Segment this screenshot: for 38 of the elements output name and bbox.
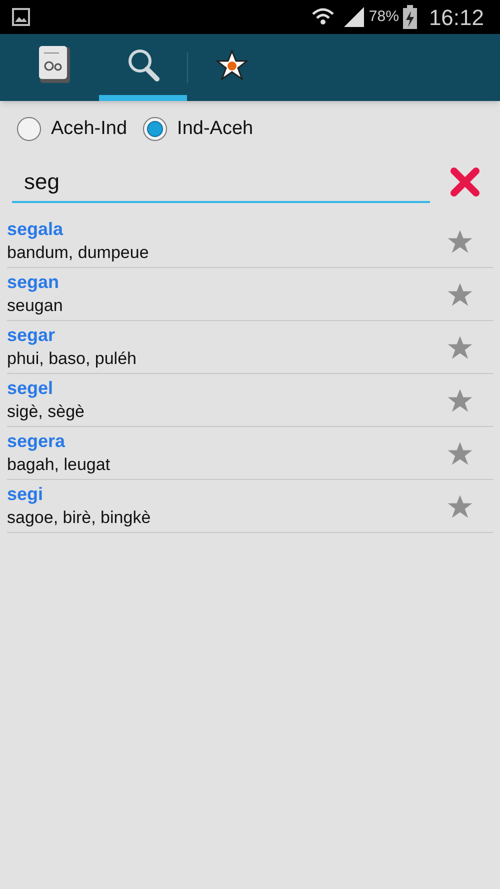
result-meaning: sigè, sègè	[7, 401, 86, 423]
search-field[interactable]: seg	[12, 161, 430, 203]
close-icon[interactable]	[450, 167, 480, 197]
result-row[interactable]: segera bagah, leugat	[7, 427, 493, 480]
radio-button[interactable]	[143, 117, 168, 141]
result-word: segar	[7, 324, 56, 347]
result-row[interactable]: segan seugan	[7, 268, 493, 321]
result-row[interactable]: segar phui, baso, puléh	[7, 321, 493, 374]
result-word: segala	[7, 218, 64, 241]
star-icon[interactable]	[447, 440, 473, 466]
star-icon	[216, 50, 248, 80]
search-icon	[126, 48, 160, 82]
result-row[interactable]: segala bandum, dumpeue	[7, 215, 493, 268]
result-word: segi	[7, 483, 44, 506]
result-row[interactable]: segel sigè, sègè	[7, 374, 493, 427]
battery-percent: 78%	[368, 6, 399, 27]
star-icon[interactable]	[447, 494, 473, 518]
star-icon[interactable]	[447, 388, 473, 412]
result-word: segera	[7, 430, 66, 453]
result-meaning: bandum, dumpeue	[7, 242, 150, 264]
result-meaning: bagah, leugat	[7, 454, 112, 476]
result-meaning: sagoe, birè, bingkè	[7, 507, 152, 529]
result-meaning: phui, baso, puléh	[7, 348, 138, 370]
radio-label: Ind-Aceh	[177, 116, 254, 141]
signal-icon	[342, 7, 365, 27]
radio-button[interactable]	[17, 117, 41, 141]
result-word: segel	[7, 377, 54, 400]
result-meaning: seugan	[7, 295, 64, 317]
radio-label: Aceh-Ind	[51, 116, 128, 141]
result-word: segan	[7, 271, 60, 294]
result-row[interactable]: segi sagoe, birè, bingkè	[7, 480, 493, 533]
star-icon[interactable]	[447, 334, 473, 360]
clock: 16:12	[428, 4, 484, 32]
image-icon	[12, 8, 30, 26]
star-icon[interactable]	[447, 282, 473, 306]
star-icon[interactable]	[447, 228, 473, 254]
battery-charging-icon	[402, 5, 417, 29]
book-icon	[37, 44, 73, 84]
